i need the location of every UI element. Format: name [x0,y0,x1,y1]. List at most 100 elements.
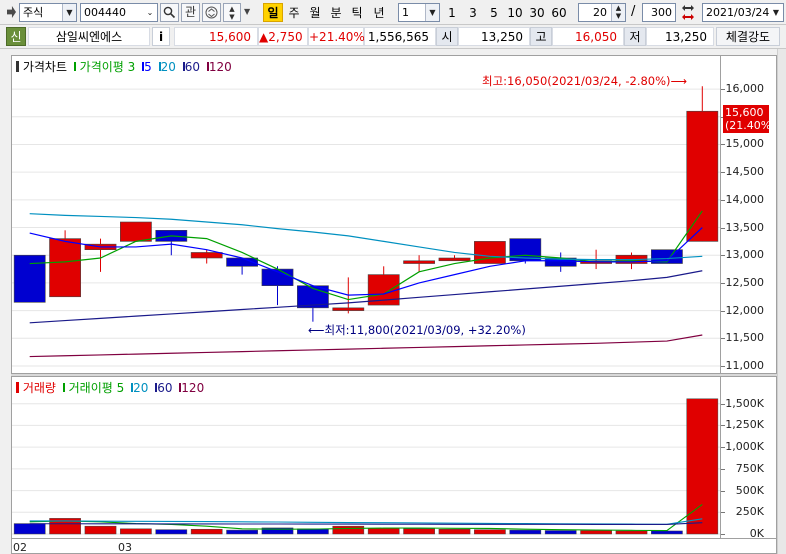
volume-bar-up [686,398,719,535]
period-daily-button[interactable]: 일 [263,3,283,22]
price-y-tickmark [721,255,725,257]
price-y-tick: 13,500 [725,220,765,234]
display-count-value: 20 [593,6,607,19]
toolbar: 주식 ▼ 004440 ⌄ 관 ▲ ▼ ▼ 일 주 월 분 틱 년 1 ▼ 1 … [0,0,786,25]
volume-bar-up [580,530,612,535]
interval-3-button[interactable]: 3 [465,3,481,22]
volume-y-tick: 1,000K [725,440,764,454]
volume-y-tick: 1,500K [725,396,764,410]
low-annotation-text: 최저:11,800(2021/03/09, +32.20%) [324,323,526,337]
volume-y-tick: 750K [735,461,764,475]
quote-row: 신 삼일씨엔에스 i 15,600 ▲2,750 +21.40% 1,556,5… [0,25,786,49]
vma-legend-20[interactable]: 20 [133,381,148,395]
chevron-down-icon[interactable]: ▼ [62,4,76,21]
display-count-input[interactable]: 20 ▲ ▼ [578,3,626,22]
volume-y-axis[interactable]: 1,500K 1,250K 1,000K 750K 500K 250K 0K [721,376,777,540]
period-minute-button[interactable]: 분 [327,3,345,22]
arrow-down-icon[interactable]: ▼ [224,13,240,21]
candle-up [49,238,81,298]
count-stepper[interactable]: ▲ ▼ [611,4,625,21]
high-annotation: 최고:16,050(2021/03/24, -2.80%)⟶ [482,73,687,89]
volume-bar-up [120,528,152,535]
scroll-toggle-button[interactable] [202,3,221,22]
info-button[interactable]: i [152,27,170,46]
chevron-down-icon[interactable]: ▼ [425,4,439,21]
price-y-axis[interactable]: 16,00015,50015,00014,50014,00013,50013,0… [721,55,777,374]
volume-y-tickmark [721,468,725,470]
ma-legend-120[interactable]: 120 [209,60,232,74]
price-chart-panel[interactable]: 가격차트 가격이평 3 5 20 60 120 최고:16,050(2021/0… [11,55,721,374]
trade-volume: 1,556,565 [364,27,436,46]
current-price: 15,600 [174,27,258,46]
x-label-mar: 03 [118,541,132,554]
interval-5-button[interactable]: 5 [486,3,502,22]
stock-code-input[interactable]: 004440 ⌄ [80,3,158,22]
chevron-down-icon[interactable]: ▼ [244,7,250,16]
volume-chart-panel[interactable]: 거래량 거래이평 5 20 60 120 [11,376,721,539]
vma-legend-120[interactable]: 120 [181,381,204,395]
period-weekly-button[interactable]: 주 [285,3,303,22]
volume-bar-up [615,530,648,535]
ma-legend-20[interactable]: 20 [161,60,176,74]
candle-down [13,254,46,303]
ma-legend-5[interactable]: 5 [144,60,152,74]
volume-y-tickmark [721,425,725,427]
period-tick-button[interactable]: 틱 [348,3,366,22]
updown-circle-icon [205,6,218,19]
vma-legend-label[interactable]: 거래이평 [69,381,113,395]
fit-arrows-icon[interactable] [680,4,696,21]
lookup-button[interactable]: 관 [181,3,200,22]
low-annotation: ⟵최저:11,800(2021/03/09, +32.20%) [308,322,526,338]
interval-10-button[interactable]: 10 [505,3,525,22]
arrow-left-icon: ⟵ [308,323,325,337]
high-annotation-text: 최고:16,050(2021/03/24, -2.80%) [482,74,671,88]
count-separator: / [631,4,636,19]
volume-y-tickmark [721,403,725,405]
candle-up [686,110,719,242]
code-stepper[interactable]: ▲ ▼ [223,3,241,22]
ma-legend-3[interactable]: 3 [128,60,136,74]
price-y-tick: 15,000 [725,137,765,151]
price-y-tickmark [721,172,725,174]
price-y-tick: 11,000 [725,359,765,372]
market-select[interactable]: 주식 ▼ [19,3,77,22]
chevron-down-icon[interactable]: ⌄ [143,4,157,21]
ma-legend-label[interactable]: 가격이평 [80,60,124,74]
price-y-tickmark [721,144,725,146]
price-y-tick: 14,500 [725,165,765,179]
chevron-down-icon[interactable]: ▼ [769,4,783,21]
volume-bar-up [438,528,471,535]
price-y-tick: 14,000 [725,192,765,206]
period-yearly-button[interactable]: 년 [369,3,389,22]
price-y-tick: 16,000 [725,82,765,96]
x-label-feb: 02 [13,541,27,554]
interval-30-button[interactable]: 30 [527,3,547,22]
period-monthly-button[interactable]: 월 [306,3,324,22]
interval-select[interactable]: 1 ▼ [398,3,440,22]
volume-bar-up [367,528,400,535]
vertical-scrollbar[interactable] [777,49,786,554]
date-select[interactable]: 2021/03/24 ▼ [702,3,784,22]
high-price: 16,050 [552,27,624,46]
volume-legend-handle-icon [16,382,19,393]
interval-60-button[interactable]: 60 [549,3,569,22]
vma-legend-60[interactable]: 60 [157,381,172,395]
volume-chart-canvas[interactable] [12,377,720,538]
total-count-input[interactable]: 300 [642,3,676,22]
vma-legend-5[interactable]: 5 [117,381,125,395]
volume-legend-main[interactable]: 거래량 [23,381,56,395]
strength-button[interactable]: 체결강도 [716,27,780,46]
volume-bar-down [155,529,188,535]
interval-1-button[interactable]: 1 [444,3,460,22]
volume-bar-down [13,523,46,535]
search-button[interactable] [160,3,179,22]
menu-handle-icon[interactable] [7,6,16,18]
ma-legend-marker-icon [73,62,76,71]
arrow-up-icon[interactable]: ▲ [224,5,240,13]
price-legend-main[interactable]: 가격차트 [23,60,67,74]
search-icon [163,6,176,19]
volume-bar-down [226,529,258,535]
volume-y-tickmark [721,534,725,535]
ma-legend-60[interactable]: 60 [185,60,200,74]
price-y-tickmark [721,338,725,340]
